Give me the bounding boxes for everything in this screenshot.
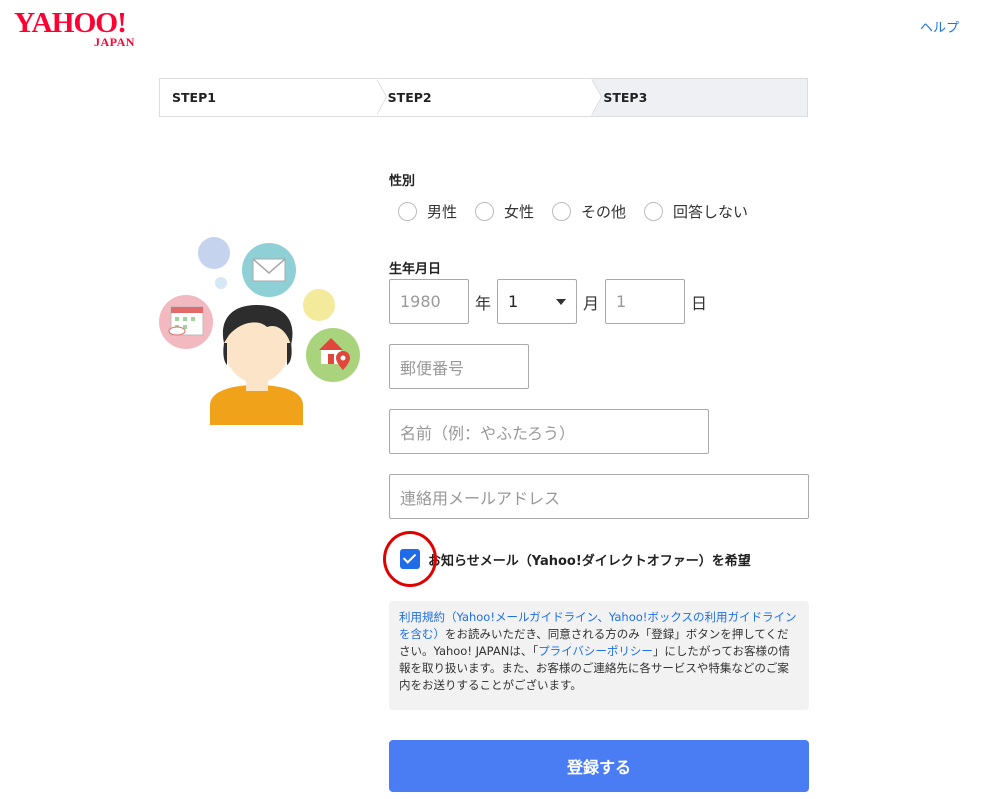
year-unit: 年 (475, 294, 492, 313)
mail-icon (252, 258, 286, 282)
decor-bubble-small (215, 277, 227, 289)
birth-year-input[interactable]: 1980 (389, 279, 469, 324)
radio-circle[interactable] (398, 202, 417, 221)
birthdate-label: 生年月日 (389, 262, 442, 277)
newsletter-option[interactable]: お知らせメール（Yahoo!ダイレクトオファー）を希望 (400, 549, 751, 569)
birth-month-select[interactable]: 1 (497, 279, 577, 324)
radio-circle[interactable] (644, 202, 664, 221)
gender-radio-group: 男性 女性 その他 回答しない (398, 201, 766, 222)
month-unit: 月 (583, 294, 600, 313)
decor-bubble-yellow (303, 289, 335, 321)
birth-month-value: 1 (508, 292, 519, 311)
step-1-label: STEP1 (172, 90, 216, 105)
radio-label: 男性 (427, 203, 458, 221)
birth-day-input[interactable]: 1 (605, 279, 685, 324)
step-3: STEP3 (591, 79, 808, 116)
calendar-icon (168, 306, 204, 336)
person-avatar (210, 305, 303, 425)
name-input[interactable]: 名前（例：やふたろう） (389, 409, 709, 454)
step-indicator: STEP1 STEP2 STEP3 (159, 78, 808, 117)
radio-label: 回答しない (673, 203, 749, 221)
day-unit: 日 (691, 294, 708, 313)
step-3-label: STEP3 (603, 90, 648, 105)
step-2-label: STEP2 (387, 90, 432, 105)
step-separator-fill (375, 79, 386, 115)
email-input[interactable]: 連絡用メールアドレス (389, 474, 809, 519)
newsletter-label: お知らせメール（Yahoo!ダイレクトオファー）を希望 (428, 553, 751, 569)
terms-notice: 利用規約（Yahoo!メールガイドライン、Yahoo!ボックスの利用ガイドライン… (389, 601, 809, 710)
step-separator-fill (591, 79, 602, 115)
decor-bubble (198, 237, 230, 269)
gender-label: 性別 (389, 174, 416, 189)
step-2: STEP2 (375, 79, 603, 116)
step-1: STEP1 (160, 79, 387, 116)
radio-no-answer[interactable]: 回答しない (644, 201, 748, 222)
annotation-circle (383, 531, 437, 587)
postal-code-input[interactable]: 郵便番号 (389, 344, 529, 389)
caret-down-icon (556, 299, 566, 305)
radio-other[interactable]: その他 (552, 201, 626, 222)
profile-illustration (159, 237, 360, 425)
help-link[interactable]: ヘルプ (920, 17, 959, 36)
privacy-policy-link[interactable]: プライバシーポリシー (538, 644, 653, 658)
register-button[interactable]: 登録する (389, 740, 809, 792)
radio-female[interactable]: 女性 (475, 201, 534, 222)
radio-circle[interactable] (552, 202, 572, 221)
radio-circle[interactable] (475, 202, 495, 221)
radio-male[interactable]: 男性 (398, 201, 457, 222)
radio-label: 女性 (504, 203, 535, 221)
radio-label: その他 (581, 203, 627, 221)
yahoo-japan-logo[interactable]: YAHOO! JAPAN (14, 8, 154, 49)
logo-subtitle: JAPAN (94, 35, 135, 49)
